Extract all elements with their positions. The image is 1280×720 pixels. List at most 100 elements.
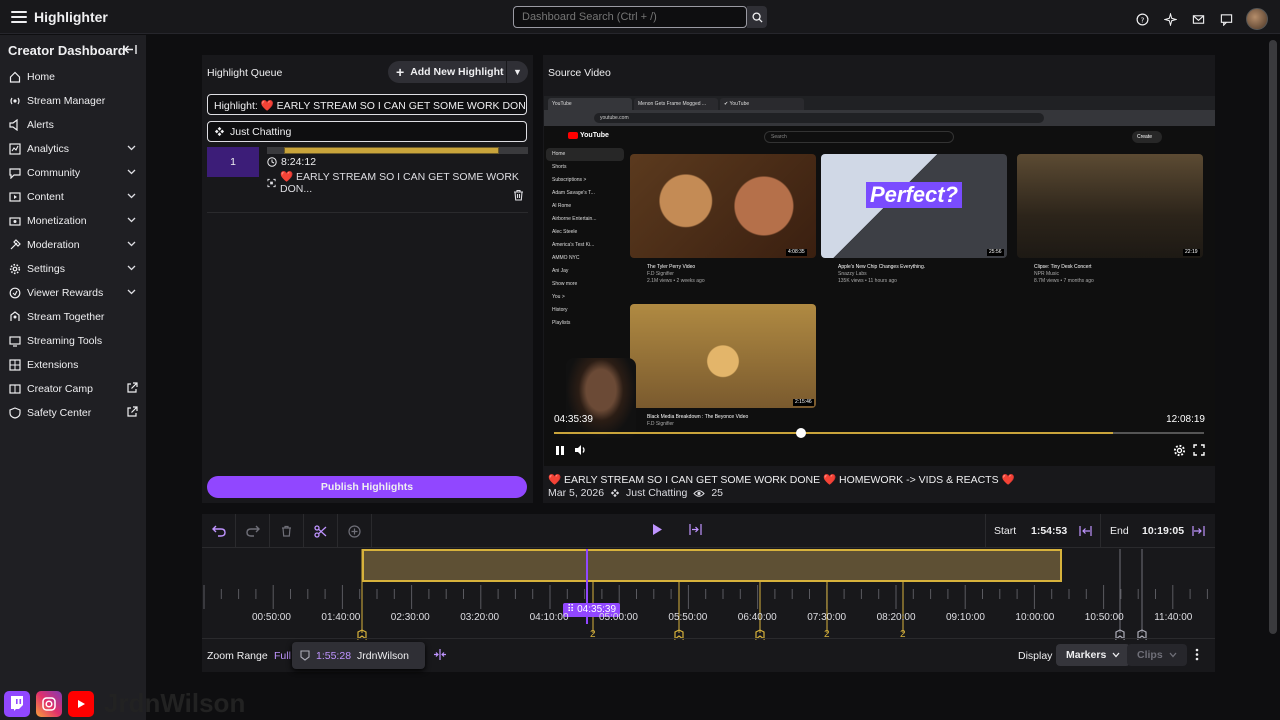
- video-title: Black Media Breakdown : The Beyonce Vide…: [647, 414, 749, 420]
- video-channel: F.D Signifier: [647, 421, 674, 427]
- inbox-icon[interactable]: [1190, 11, 1206, 27]
- sidebar-item-creator-camp[interactable]: Creator Camp: [0, 377, 146, 401]
- chevron-down-icon[interactable]: ▼: [506, 61, 528, 83]
- fit-zoom-icon[interactable]: [433, 648, 447, 664]
- fullscreen-icon[interactable]: [1193, 444, 1205, 459]
- add-marker-button[interactable]: [338, 514, 372, 548]
- video-title: Clipse: Tiny Desk Concert: [1034, 264, 1092, 270]
- timeline-track[interactable]: ⠿ 04:35:39 00:50:00 01:40:00 02:30:00 03:20…: [202, 549, 1215, 641]
- sidebar-item-extensions[interactable]: Extensions: [0, 353, 146, 377]
- sidebar-item-community[interactable]: Community: [0, 161, 146, 185]
- play-icon[interactable]: [652, 523, 663, 539]
- sidebar-item-label: Analytics: [27, 143, 70, 155]
- sidebar-item-label: Stream Manager: [27, 95, 106, 107]
- sidebar-item-settings[interactable]: Settings: [0, 257, 146, 281]
- youtube-logo: YouTube: [568, 132, 609, 139]
- timeline-tick-label: 07:30:00: [807, 612, 847, 623]
- whispers-icon[interactable]: [1218, 11, 1234, 27]
- add-new-highlight-button[interactable]: + Add New Highlight ▼: [388, 61, 528, 83]
- video-duration: 4:08:35: [786, 249, 807, 256]
- streaming-tools-icon: [9, 335, 21, 347]
- sidebar-item-label: Streaming Tools: [27, 335, 103, 347]
- twitch-logo-icon: [4, 690, 30, 717]
- video-duration: 22:19: [1183, 249, 1200, 256]
- set-start-icon[interactable]: [1079, 514, 1092, 548]
- help-icon[interactable]: ?: [1134, 11, 1150, 27]
- start-time[interactable]: 1:54:53: [1031, 514, 1067, 548]
- sparkle-icon[interactable]: [1162, 11, 1178, 27]
- timeline-tick-label: 01:40:00: [321, 612, 361, 623]
- sidebar-item-safety-center[interactable]: Safety Center: [0, 401, 146, 425]
- video-channel: F.D Signifier: [647, 271, 674, 277]
- sidebar-item-label: Settings: [27, 263, 65, 275]
- chevron-down-icon[interactable]: [127, 263, 136, 273]
- skip-to-end-icon[interactable]: [689, 523, 702, 539]
- marker-icon: [300, 650, 310, 661]
- sidebar-item-viewer-rewards[interactable]: Viewer Rewards: [0, 281, 146, 305]
- pause-icon[interactable]: [555, 445, 565, 459]
- sidebar-item-moderation[interactable]: Moderation: [0, 233, 146, 257]
- sidebar-item-label: Community: [27, 167, 81, 179]
- search-button[interactable]: [747, 6, 767, 28]
- trash-icon: [282, 525, 291, 537]
- delete-icon[interactable]: [513, 189, 524, 204]
- video-scrubber[interactable]: [554, 428, 1204, 438]
- highlight-queue-title: Highlight Queue: [207, 67, 283, 79]
- sidebar-item-label: Stream Together: [27, 311, 105, 323]
- category-label: Just Chatting: [230, 125, 292, 138]
- youtube-sidebar-item: Home: [546, 148, 624, 161]
- sidebar-item-alerts[interactable]: Alerts: [0, 113, 146, 137]
- queue-item[interactable]: 1 8:24:12 ❤️ EARLY STREAM SO I CAN GET S…: [207, 147, 528, 213]
- page-scrollbar[interactable]: [1269, 40, 1277, 634]
- sidebar-item-streaming-tools[interactable]: Streaming Tools: [0, 329, 146, 353]
- settings-gear-icon[interactable]: [1173, 444, 1186, 460]
- sidebar-title: Creator Dashboard: [8, 43, 126, 58]
- sidebar-item-stream-together[interactable]: Stream Together: [0, 305, 146, 329]
- video-stats: 8.7M views • 7 months ago: [1034, 278, 1094, 284]
- sidebar-item-stream-manager[interactable]: Stream Manager: [0, 89, 146, 113]
- add-new-highlight-label: Add New Highlight: [410, 66, 504, 78]
- set-end-icon[interactable]: [1192, 514, 1205, 548]
- youtube-sidebar-item: Alec Steele: [552, 229, 578, 235]
- sidebar-item-analytics[interactable]: Analytics: [0, 137, 146, 161]
- redo-button[interactable]: [236, 514, 270, 548]
- thumbnail-overlay: Perfect?: [866, 182, 963, 208]
- chevron-down-icon[interactable]: [127, 239, 136, 249]
- search-input[interactable]: [513, 6, 747, 28]
- volume-icon[interactable]: [574, 444, 587, 459]
- delete-button[interactable]: [270, 514, 304, 548]
- queue-item-time: 8:24:12: [281, 156, 317, 168]
- sidebar-item-content[interactable]: Content: [0, 185, 146, 209]
- scrubber-handle[interactable]: [796, 428, 806, 438]
- timeline-selection[interactable]: [362, 549, 1062, 582]
- chevron-down-icon[interactable]: [127, 215, 136, 225]
- video-player[interactable]: YouTube Menon Gets Frame Mogged ... ✔ Yo…: [544, 96, 1215, 466]
- markers-dropdown[interactable]: Markers: [1056, 644, 1131, 666]
- menu-icon[interactable]: [8, 6, 30, 28]
- undo-button[interactable]: [202, 514, 236, 548]
- webcam-overlay: [566, 358, 636, 438]
- queue-item-segment: [284, 147, 500, 154]
- category-field[interactable]: Just Chatting: [207, 121, 527, 142]
- collapse-sidebar-icon[interactable]: [124, 43, 137, 58]
- browser-url: youtube.com: [594, 113, 1044, 123]
- clips-dropdown[interactable]: Clips: [1127, 644, 1187, 666]
- more-options-icon[interactable]: [1195, 648, 1199, 664]
- redo-icon: [245, 525, 260, 537]
- publish-highlights-button[interactable]: Publish Highlights: [207, 476, 527, 498]
- chevron-down-icon[interactable]: [127, 191, 136, 201]
- chevron-down-icon[interactable]: [127, 287, 136, 297]
- avatar[interactable]: [1246, 8, 1268, 30]
- highlight-title-field[interactable]: Highlight: ❤️ EARLY STREAM SO I CAN GET …: [207, 94, 527, 115]
- clock-icon: [267, 157, 277, 167]
- end-time[interactable]: 10:19:05: [1142, 514, 1184, 548]
- sidebar-item-monetization[interactable]: Monetization: [0, 209, 146, 233]
- community-icon: [9, 167, 21, 179]
- timeline-tick-label: 10:50:00: [1084, 612, 1124, 623]
- cut-button[interactable]: [304, 514, 338, 548]
- chevron-down-icon[interactable]: [127, 167, 136, 177]
- chevron-down-icon[interactable]: [127, 143, 136, 153]
- viewer-rewards-icon: [9, 287, 21, 299]
- sidebar-item-home[interactable]: Home: [0, 65, 146, 89]
- zoom-full-button[interactable]: Full: [274, 650, 291, 662]
